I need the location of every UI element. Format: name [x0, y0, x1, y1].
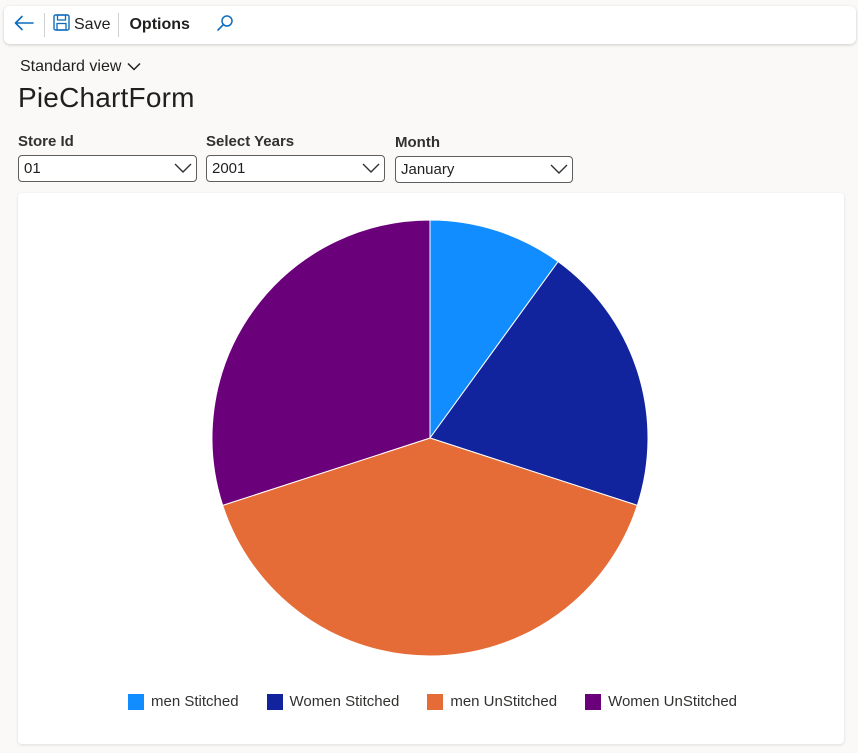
view-selector[interactable]: Standard view — [20, 58, 141, 76]
search-icon — [216, 14, 234, 37]
search-button[interactable] — [204, 6, 242, 44]
legend-label: men UnStitched — [450, 693, 558, 710]
store-id-field: Store Id 01 — [18, 132, 197, 182]
store-id-value: 01 — [24, 160, 41, 177]
page-title: PieChartForm — [18, 82, 195, 113]
action-toolbar: Save Options — [4, 6, 856, 44]
legend-swatch — [585, 693, 602, 710]
save-button[interactable]: Save — [45, 6, 118, 44]
chevron-down-icon — [362, 160, 380, 177]
options-button[interactable]: Options — [119, 6, 203, 44]
select-years-select[interactable]: 2001 — [206, 155, 385, 182]
legend-item[interactable]: men UnStitched — [427, 693, 557, 710]
select-years-label: Select Years — [206, 133, 295, 150]
legend-item[interactable]: men Stitched — [128, 693, 239, 710]
legend-label: Women Stitched — [289, 693, 400, 710]
chevron-down-icon — [174, 160, 192, 177]
back-button[interactable] — [4, 6, 44, 44]
month-value: January — [401, 161, 455, 178]
pie-chart — [211, 219, 649, 657]
legend-swatch — [427, 693, 444, 710]
chevron-down-icon — [127, 58, 141, 76]
month-select[interactable]: January — [395, 156, 573, 183]
month-field: Month January — [395, 133, 573, 183]
view-label: Standard view — [20, 58, 122, 75]
chart-legend: men Stitched Women Stitched men UnStitched… — [128, 693, 765, 710]
pie-chart-card: men Stitched Women Stitched men UnStitched… — [18, 193, 844, 744]
legend-label: Women UnStitched — [608, 693, 738, 710]
legend-item[interactable]: Women UnStitched — [585, 693, 737, 710]
save-label: Save — [74, 16, 111, 33]
options-label: Options — [129, 16, 190, 33]
save-icon — [53, 14, 70, 36]
legend-swatch — [128, 693, 144, 710]
legend-label: men Stitched — [151, 693, 239, 710]
legend-item[interactable]: Women Stitched — [266, 693, 400, 710]
back-arrow-icon — [14, 15, 34, 36]
legend-swatch — [266, 693, 283, 710]
chevron-down-icon — [550, 161, 568, 178]
select-years-value: 2001 — [212, 160, 246, 177]
month-label: Month — [395, 134, 440, 151]
store-id-select[interactable]: 01 — [18, 155, 197, 182]
select-years-field: Select Years 2001 — [206, 132, 385, 182]
store-id-label: Store Id — [18, 133, 74, 150]
